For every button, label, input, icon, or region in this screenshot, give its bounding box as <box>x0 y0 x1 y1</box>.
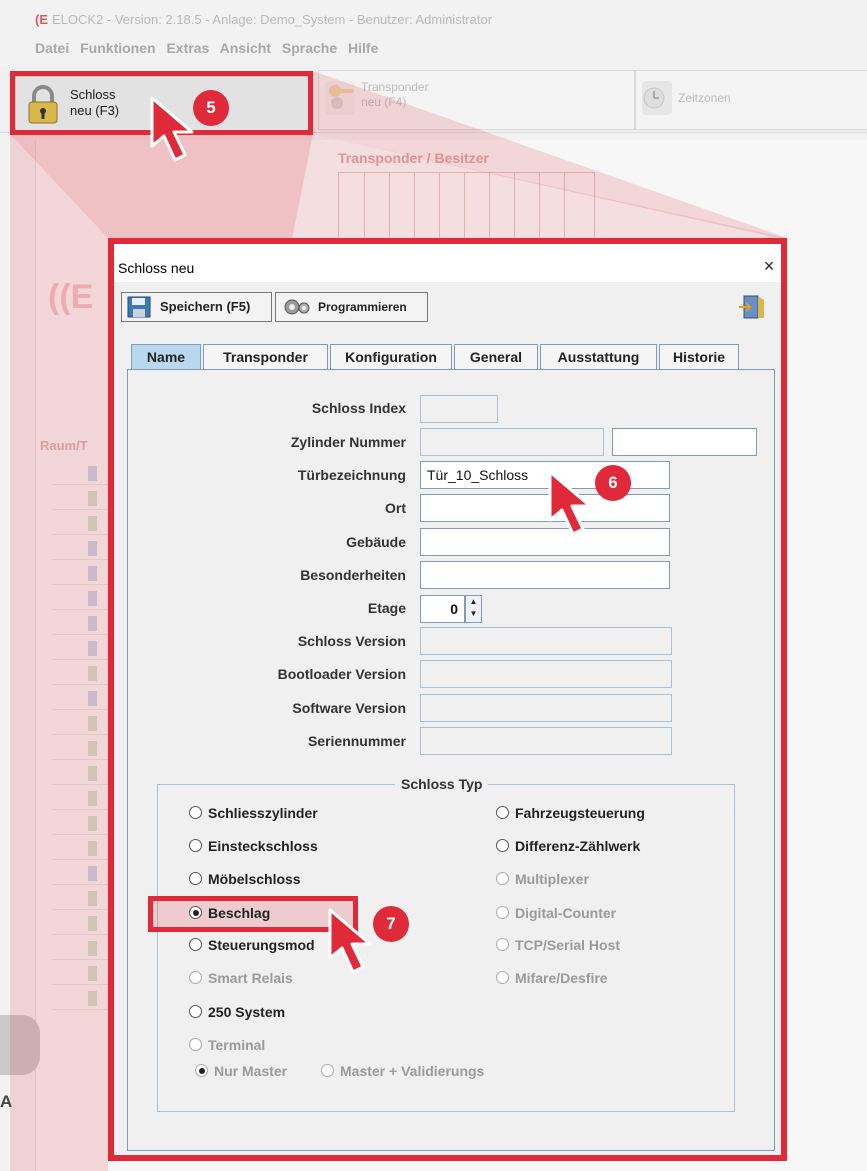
list-item <box>52 887 108 910</box>
watermark-logo: ((E <box>48 278 94 316</box>
dialog-title: Schloss neu <box>118 260 195 276</box>
menu-extras[interactable]: Extras <box>166 40 209 56</box>
tab-transponder[interactable]: Transponder <box>203 344 328 369</box>
list-item <box>52 987 108 1010</box>
list-item <box>52 737 108 760</box>
list-item <box>52 562 108 585</box>
gebaeude-input[interactable] <box>420 528 670 556</box>
software-version-field <box>420 694 672 722</box>
list-item <box>52 812 108 835</box>
transponder-owner-header: Transponder / Besitzer <box>338 150 489 166</box>
list-item <box>52 612 108 635</box>
floppy-disk-icon <box>127 296 151 328</box>
seriennummer-label: Seriennummer <box>307 733 406 749</box>
transponder-new-button[interactable]: Transponder neu (F4) <box>318 70 635 130</box>
etage-spinner[interactable]: 0 <box>420 595 465 623</box>
list-item <box>52 512 108 535</box>
cursor-arrow-icon <box>328 908 372 974</box>
schloss-version-field <box>420 627 672 655</box>
menu-bar: Datei Funktionen Extras Ansicht Sprache … <box>35 40 385 56</box>
menu-sprache[interactable]: Sprache <box>282 40 337 56</box>
cursor-arrow-icon <box>548 470 592 536</box>
list-item <box>52 587 108 610</box>
tab-konfiguration[interactable]: Konfiguration <box>330 344 452 369</box>
besonderheiten-input[interactable] <box>420 561 670 589</box>
tab-general[interactable]: General <box>454 344 538 369</box>
step-marker-6: 6 <box>595 465 631 501</box>
menu-ansicht[interactable]: Ansicht <box>220 40 271 56</box>
list-item <box>52 962 108 985</box>
spinner-arrows-icon[interactable]: ▲ ▼ <box>465 595 482 623</box>
tuerbezeichnung-label: Türbezeichnung <box>297 467 406 483</box>
tuerbezeichnung-input[interactable]: Tür_10_Schloss <box>420 461 670 489</box>
program-label: Programmieren <box>318 300 407 314</box>
list-item <box>52 537 108 560</box>
schloss-index-field <box>420 395 498 423</box>
list-item <box>52 837 108 860</box>
exit-door-icon[interactable] <box>736 292 768 322</box>
menu-datei[interactable]: Datei <box>35 40 69 56</box>
list-item <box>52 637 108 660</box>
software-version-label: Software Version <box>292 700 406 716</box>
list-item <box>52 662 108 685</box>
seriennummer-field <box>420 727 672 755</box>
list-item <box>52 487 108 510</box>
list-item <box>52 912 108 935</box>
tab-name[interactable]: Name <box>131 344 201 371</box>
list-item <box>52 712 108 735</box>
side-handle <box>0 1015 40 1075</box>
schloss-version-label: Schloss Version <box>297 633 406 649</box>
schloss-index-label: Schloss Index <box>311 400 406 416</box>
transponder-label-2: neu (F4) <box>361 95 407 109</box>
close-icon[interactable]: × <box>760 256 778 277</box>
menu-hilfe[interactable]: Hilfe <box>348 40 378 56</box>
dialog-titlebar <box>114 244 781 282</box>
zylinder-nummer-field <box>420 428 604 456</box>
zeitzonen-label: Zeitzonen <box>678 91 731 105</box>
schloss-typ-legend: Schloss Typ <box>395 776 489 792</box>
ort-input[interactable] <box>420 494 670 522</box>
menu-funktionen[interactable]: Funktionen <box>80 40 155 56</box>
clock-icon <box>642 81 672 115</box>
gears-icon <box>282 297 312 327</box>
zylinder-nummer-label: Zylinder Nummer <box>290 434 406 450</box>
list-item <box>52 787 108 810</box>
transponder-label-1: Transponder <box>361 80 429 94</box>
list-item <box>52 762 108 785</box>
list-item <box>52 462 108 485</box>
key-icon <box>325 81 355 115</box>
side-letter: A <box>0 1092 13 1111</box>
save-label: Speichern (F5) <box>160 299 251 314</box>
cursor-arrow-icon <box>150 96 194 162</box>
save-button[interactable]: Speichern (F5) <box>121 292 272 322</box>
app-logo: (E <box>35 12 48 27</box>
etage-label: Etage <box>367 600 406 616</box>
besonderheiten-label: Besonderheiten <box>300 567 406 583</box>
ort-label: Ort <box>385 500 406 516</box>
raum-header: Raum/T <box>40 438 88 453</box>
tab-ausstattung[interactable]: Ausstattung <box>540 344 657 369</box>
program-button[interactable]: Programmieren <box>275 292 428 322</box>
zylinder-nummer-field-2[interactable] <box>612 428 757 456</box>
app-title: (E ELOCK2 - Version: 2.18.5 - Anlage: Dem… <box>35 12 492 27</box>
gebaeude-label: Gebäude <box>346 534 406 550</box>
list-item <box>52 862 108 885</box>
list-item <box>52 687 108 710</box>
app-title-text: ELOCK2 - Version: 2.18.5 - Anlage: Demo_… <box>52 12 493 27</box>
zeitzonen-button[interactable]: Zeitzonen <box>635 70 867 130</box>
list-item <box>52 937 108 960</box>
bootloader-version-label: Bootloader Version <box>277 666 406 682</box>
bootloader-version-field <box>420 660 672 688</box>
tab-historie[interactable]: Historie <box>659 344 739 369</box>
